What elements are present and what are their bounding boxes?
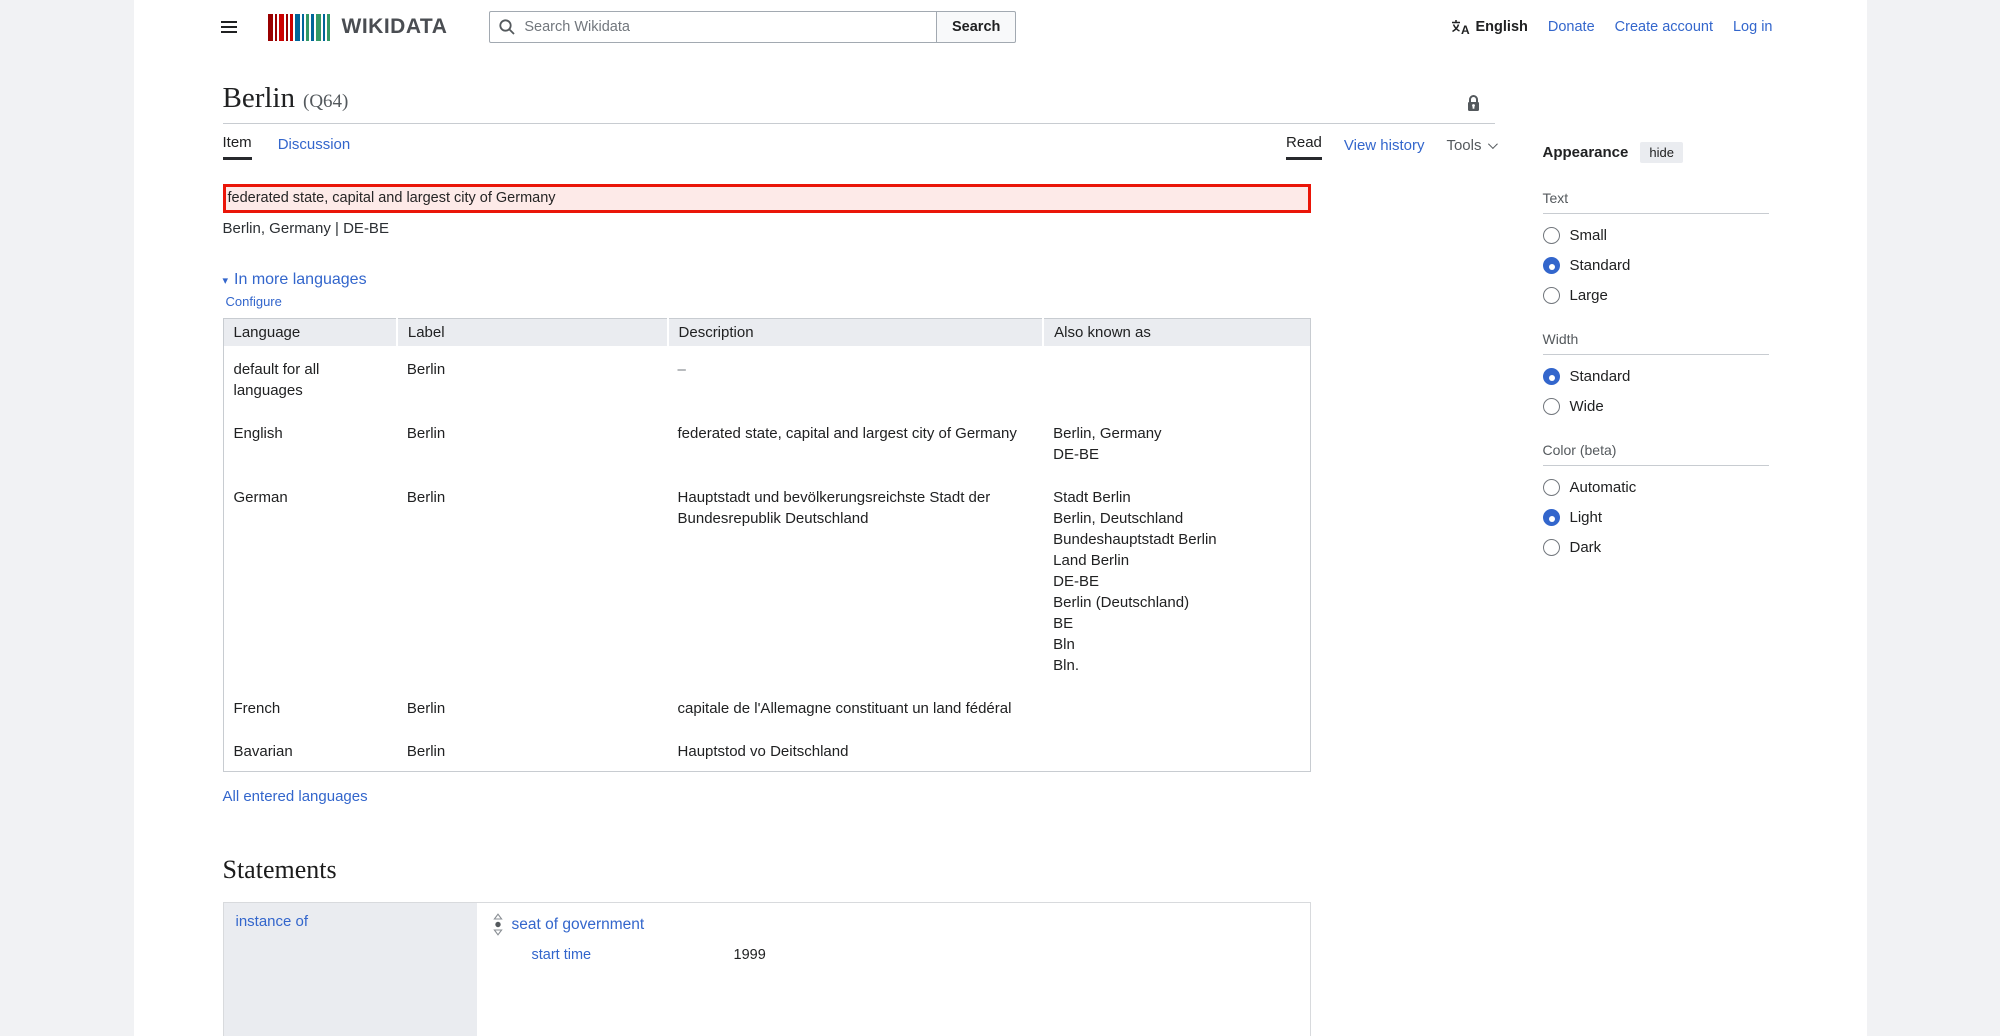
language-selector[interactable]: A English bbox=[1451, 19, 1528, 35]
appearance-title: Appearance bbox=[1543, 144, 1629, 161]
user-links: A English Donate Create account Log in bbox=[1451, 19, 1773, 35]
wikidata-wordmark: WIKIDATA bbox=[342, 15, 448, 39]
width-standard-option[interactable]: Standard bbox=[1543, 368, 1769, 385]
collapse-triangle-icon: ▾ bbox=[223, 274, 229, 287]
text-section-label: Text bbox=[1543, 190, 1769, 214]
main-menu-button[interactable] bbox=[214, 12, 244, 42]
top-bar: WIKIDATA Search A English Donate Create … bbox=[134, 0, 1867, 54]
page-title-row: Berlin(Q64) bbox=[223, 84, 1495, 124]
col-label: Label bbox=[397, 319, 668, 347]
radio-icon[interactable] bbox=[1543, 479, 1560, 496]
entity-id: (Q64) bbox=[303, 91, 348, 112]
language-label: English bbox=[1476, 19, 1528, 35]
width-wide-option[interactable]: Wide bbox=[1543, 398, 1769, 415]
col-description: Description bbox=[668, 319, 1044, 347]
radio-icon[interactable] bbox=[1543, 227, 1560, 244]
property-link[interactable]: instance of bbox=[236, 913, 309, 930]
chevron-down-icon bbox=[1487, 139, 1497, 149]
text-large-option[interactable]: Large bbox=[1543, 287, 1769, 304]
text-standard-option[interactable]: Standard bbox=[1543, 257, 1769, 274]
width-section-label: Width bbox=[1543, 331, 1769, 355]
radio-icon[interactable] bbox=[1543, 509, 1560, 526]
text-small-option[interactable]: Small bbox=[1543, 227, 1769, 244]
languages-table: Language Label Description Also known as… bbox=[223, 318, 1311, 772]
configure-link[interactable]: Configure bbox=[226, 294, 1495, 309]
language-row-french: French Berlin capitale de l'Allemagne co… bbox=[223, 685, 1310, 728]
protection-lock-icon bbox=[1466, 94, 1481, 113]
col-language: Language bbox=[223, 319, 397, 347]
search-button[interactable]: Search bbox=[936, 11, 1016, 43]
tab-item[interactable]: Item bbox=[223, 134, 252, 160]
svg-text:A: A bbox=[1461, 23, 1470, 35]
entity-description-highlighted[interactable]: federated state, capital and largest cit… bbox=[223, 184, 1311, 213]
languages-table-header: Language Label Description Also known as bbox=[223, 319, 1310, 347]
qualifier-value: 1999 bbox=[734, 947, 766, 963]
statement-group: instance of seat of government start tim… bbox=[223, 902, 1311, 1036]
search-input[interactable] bbox=[489, 11, 937, 43]
donate-link[interactable]: Donate bbox=[1548, 19, 1595, 35]
page-tabs: Item Discussion Read View history Tools bbox=[223, 134, 1495, 160]
page-title: Berlin(Q64) bbox=[223, 84, 349, 113]
search-bar: Search bbox=[489, 11, 1016, 43]
tab-discussion[interactable]: Discussion bbox=[278, 134, 351, 160]
hide-appearance-button[interactable]: hide bbox=[1640, 142, 1683, 163]
entity-aliases: Berlin, Germany | DE-BE bbox=[223, 220, 1495, 237]
tab-view-history[interactable]: View history bbox=[1344, 137, 1425, 160]
wikidata-page: WIKIDATA Search A English Donate Create … bbox=[134, 0, 1867, 1036]
all-entered-languages-link[interactable]: All entered languages bbox=[223, 788, 368, 805]
language-row-bavarian: Bavarian Berlin Hauptstod vo Deitschland bbox=[223, 728, 1310, 772]
color-automatic-option[interactable]: Automatic bbox=[1543, 479, 1769, 496]
search-icon bbox=[498, 18, 516, 36]
statement-value-link[interactable]: seat of government bbox=[512, 916, 645, 934]
content-area: Berlin(Q64) Item Discussion Read View hi… bbox=[223, 54, 1495, 1036]
tools-menu[interactable]: Tools bbox=[1446, 137, 1494, 160]
language-row-german: German Berlin Hauptstadt und bevölkerung… bbox=[223, 474, 1310, 685]
tab-read[interactable]: Read bbox=[1286, 134, 1322, 160]
hamburger-icon bbox=[221, 21, 237, 23]
radio-icon[interactable] bbox=[1543, 368, 1560, 385]
color-dark-option[interactable]: Dark bbox=[1543, 539, 1769, 556]
color-section-label: Color (beta) bbox=[1543, 442, 1769, 466]
wikidata-logo[interactable]: WIKIDATA bbox=[268, 14, 448, 41]
wikidata-barcode-icon bbox=[268, 14, 330, 41]
qualifier-property-link[interactable]: start time bbox=[532, 947, 734, 963]
create-account-link[interactable]: Create account bbox=[1615, 19, 1713, 35]
rank-selector-icon[interactable] bbox=[493, 913, 503, 936]
radio-icon[interactable] bbox=[1543, 257, 1560, 274]
log-in-link[interactable]: Log in bbox=[1733, 19, 1773, 35]
language-row-default: default for all languages Berlin – bbox=[223, 346, 1310, 410]
language-row-english: English Berlin federated state, capital … bbox=[223, 410, 1310, 474]
col-also-known-as: Also known as bbox=[1043, 319, 1310, 347]
color-light-option[interactable]: Light bbox=[1543, 509, 1769, 526]
radio-icon[interactable] bbox=[1543, 539, 1560, 556]
appearance-panel: Appearance hide Text Small Standard Larg… bbox=[1543, 142, 1769, 556]
radio-icon[interactable] bbox=[1543, 398, 1560, 415]
radio-icon[interactable] bbox=[1543, 287, 1560, 304]
statements-heading: Statements bbox=[223, 855, 1495, 885]
in-more-languages-toggle[interactable]: ▾ In more languages bbox=[223, 271, 367, 289]
language-icon: A bbox=[1451, 19, 1470, 35]
